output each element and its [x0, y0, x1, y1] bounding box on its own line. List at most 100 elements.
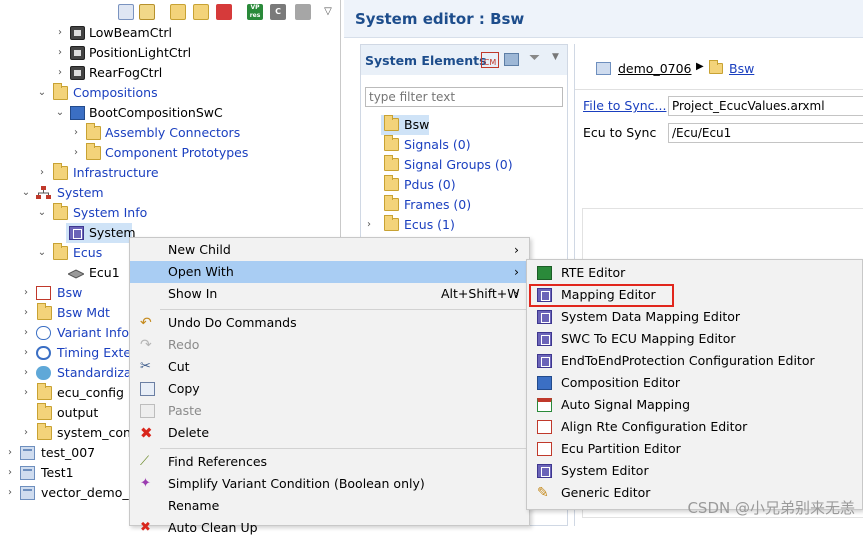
menu-item-composition-editor[interactable]: Composition Editor — [527, 372, 862, 394]
collapse-arrow-icon[interactable]: ⌄ — [36, 203, 48, 223]
tree-item[interactable]: ⌄ Compositions — [0, 83, 340, 103]
tree-item[interactable]: output — [0, 403, 130, 423]
tree-item[interactable]: ⌄ BootCompositionSwC — [0, 103, 340, 123]
expand-arrow-icon[interactable]: › — [70, 143, 82, 163]
layers-icon[interactable] — [504, 53, 519, 66]
tree-item[interactable]: › LowBeamCtrl — [0, 23, 340, 43]
tree-item[interactable]: › ecu_config — [0, 383, 130, 403]
collapse-all-icon[interactable] — [118, 4, 134, 20]
expand-arrow-icon[interactable]: › — [20, 323, 32, 343]
element-item-bsw[interactable]: Bsw — [381, 115, 429, 135]
file-to-sync-field[interactable]: Project_EcucValues.arxml — [668, 96, 863, 116]
expand-arrow-icon[interactable]: › — [20, 303, 32, 323]
expand-arrow-icon[interactable]: › — [54, 63, 66, 83]
menu-item-cut[interactable]: ✂ Cut — [130, 356, 529, 378]
expand-arrow-icon[interactable]: › — [20, 423, 32, 443]
new-package-icon[interactable] — [193, 4, 209, 20]
expand-arrow-icon[interactable]: › — [4, 483, 16, 503]
collapse-arrow-icon[interactable]: ⌄ — [36, 83, 48, 103]
menu-item-paste[interactable]: Paste — [130, 400, 529, 422]
tree-item[interactable]: ⌄ System — [0, 183, 340, 203]
filter-input[interactable] — [365, 87, 563, 107]
file-to-sync-link[interactable]: File to Sync... — [583, 98, 666, 113]
tree-item[interactable]: › Assembly Connectors — [0, 123, 340, 143]
menu-item-rename[interactable]: Rename — [130, 495, 529, 517]
expand-arrow-icon[interactable]: › — [20, 363, 32, 383]
collapse-arrow-icon[interactable]: ⌄ — [36, 243, 48, 263]
element-item-pdus[interactable]: Pdus (0) — [381, 175, 561, 195]
expand-arrow-icon[interactable]: › — [20, 343, 32, 363]
expand-arrow-icon[interactable]: › — [4, 463, 16, 483]
filter-icon[interactable]: ⏷ — [529, 50, 540, 66]
expand-arrow-icon[interactable]: › — [20, 383, 32, 403]
tree-item[interactable]: ⌄ Ecus — [0, 243, 130, 263]
tree-item[interactable]: › Variant Info — [0, 323, 130, 343]
element-item-signal-groups[interactable]: Signal Groups (0) — [381, 155, 561, 175]
tree-item[interactable]: › Bsw Mdt — [0, 303, 130, 323]
menu-item-shortcut: Alt+Shift+W — [441, 286, 520, 301]
menu-item-open-with[interactable]: Open With › — [130, 261, 529, 283]
breadcrumb-item-bsw[interactable]: Bsw — [729, 61, 754, 76]
tree-item[interactable]: Ecu1 — [0, 263, 130, 283]
dropdown-arrow-icon[interactable]: ▼ — [552, 52, 559, 62]
tree-item[interactable]: › system_conf — [0, 423, 135, 443]
tree-item[interactable]: › RearFogCtrl — [0, 63, 340, 83]
expand-arrow-icon[interactable]: › — [54, 43, 66, 63]
menu-item-redo[interactable]: ↷ Redo — [130, 334, 529, 356]
menu-item-system-data-mapping-editor[interactable]: System Data Mapping Editor — [527, 306, 862, 328]
tree-item[interactable]: › PositionLightCtrl — [0, 43, 340, 63]
c-icon[interactable]: C — [270, 4, 286, 20]
view-menu-icon[interactable]: ▽ — [320, 4, 336, 20]
menu-item-auto-clean-up[interactable]: ✖ Auto Clean Up — [130, 517, 529, 539]
menu-item-e2e-protection-editor[interactable]: EndToEndProtection Configuration Editor — [527, 350, 862, 372]
collapse-arrow-icon[interactable]: ⌄ — [54, 103, 66, 123]
menu-item-copy[interactable]: Copy — [130, 378, 529, 400]
menu-item-label: Show In — [168, 286, 218, 301]
menu-item-rte-editor[interactable]: RTE Editor — [527, 262, 862, 284]
element-item-frames[interactable]: Frames (0) — [381, 195, 561, 215]
ecu-to-sync-field[interactable]: /Ecu/Ecu1 — [668, 123, 863, 143]
tree-item-label: PositionLightCtrl — [89, 45, 192, 60]
tree-item[interactable]: › Infrastructure — [0, 163, 340, 183]
expand-arrow-icon[interactable]: › — [367, 215, 371, 235]
tree-item[interactable]: › vector_demo_0 — [0, 483, 137, 503]
tree-item[interactable]: › test_007 — [0, 443, 130, 463]
tree-item[interactable]: › Bsw — [0, 283, 130, 303]
element-item-ecus[interactable]: › Ecus (1) — [367, 215, 547, 235]
expand-arrow-icon[interactable]: › — [70, 123, 82, 143]
tree-item[interactable]: › Timing Exter — [0, 343, 136, 363]
tree-item[interactable]: › Standardizat — [0, 363, 136, 383]
menu-item-ecu-partition-editor[interactable]: Ecu Partition Editor — [527, 438, 862, 460]
menu-item-system-editor[interactable]: System Editor — [527, 460, 862, 482]
explorer-toolbar: VP res C ▽ — [0, 0, 341, 22]
tree-item[interactable]: › Component Prototypes — [0, 143, 340, 163]
menu-item-show-in[interactable]: Show In Alt+Shift+W › — [130, 283, 529, 305]
menu-item-align-rte-configuration-editor[interactable]: Align Rte Configuration Editor — [527, 416, 862, 438]
tree-item[interactable]: ⌄ System Info — [0, 203, 340, 223]
menu-item-undo[interactable]: ↶ Undo Do Commands — [130, 312, 529, 334]
grid-icon[interactable] — [216, 4, 232, 20]
element-item-signals[interactable]: Signals (0) — [381, 135, 561, 155]
link-editor-icon[interactable] — [139, 4, 155, 20]
menu-item-swc-to-ecu-mapping-editor[interactable]: SWC To ECU Mapping Editor — [527, 328, 862, 350]
breadcrumb-item-project[interactable]: demo_0706 — [618, 61, 692, 76]
system-icon — [36, 186, 51, 200]
vp-res-icon[interactable]: VP res — [247, 4, 263, 20]
new-folder-icon[interactable] — [170, 4, 186, 20]
menu-item-delete[interactable]: ✖ Delete — [130, 422, 529, 444]
expand-arrow-icon[interactable]: › — [20, 283, 32, 303]
filter-icon[interactable] — [295, 4, 311, 20]
expand-arrow-icon[interactable]: › — [4, 443, 16, 463]
cm-icon[interactable]: CM — [481, 52, 499, 68]
menu-item-new-child[interactable]: New Child › — [130, 239, 529, 261]
system-elements-header: System Elements CM ⏷ ▼ — [361, 45, 567, 75]
tree-item-selected[interactable]: System — [66, 223, 136, 243]
tree-item[interactable]: › Test1 — [0, 463, 130, 483]
menu-item-auto-signal-mapping[interactable]: Auto Signal Mapping — [527, 394, 862, 416]
expand-arrow-icon[interactable]: › — [54, 23, 66, 43]
expand-arrow-icon[interactable]: › — [36, 163, 48, 183]
folder-icon — [86, 143, 101, 160]
menu-item-find-references[interactable]: ⟋ Find References — [130, 451, 529, 473]
collapse-arrow-icon[interactable]: ⌄ — [20, 183, 32, 203]
menu-item-simplify-variant[interactable]: ✦ Simplify Variant Condition (Boolean on… — [130, 473, 529, 495]
